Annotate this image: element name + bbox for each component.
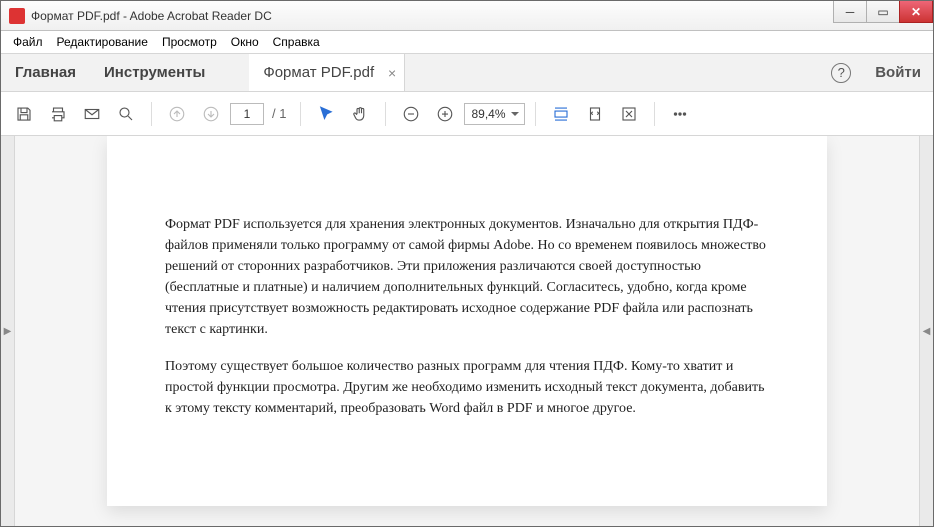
- page-number-input[interactable]: [230, 103, 264, 125]
- hand-tool-icon[interactable]: [345, 99, 375, 129]
- app-icon: [9, 8, 25, 24]
- tab-tools[interactable]: Инструменты: [90, 54, 219, 91]
- save-icon[interactable]: [9, 99, 39, 129]
- more-tools-icon[interactable]: [665, 99, 695, 129]
- fullscreen-icon[interactable]: [614, 99, 644, 129]
- page-total-label: / 1: [268, 106, 290, 121]
- paragraph-2: Поэтому существует большое количество ра…: [165, 356, 769, 419]
- zoom-value: 89,4%: [471, 107, 505, 121]
- right-panel-toggle[interactable]: ◀: [919, 136, 933, 526]
- email-icon[interactable]: [77, 99, 107, 129]
- maximize-button[interactable]: ▭: [866, 1, 900, 23]
- paragraph-1: Формат PDF используется для хранения эле…: [165, 214, 769, 340]
- menu-help[interactable]: Справка: [267, 33, 326, 51]
- help-icon: ?: [831, 63, 851, 83]
- login-button[interactable]: Войти: [863, 54, 933, 91]
- menu-window[interactable]: Окно: [225, 33, 265, 51]
- tab-home[interactable]: Главная: [1, 54, 90, 91]
- close-button[interactable]: ✕: [899, 1, 933, 23]
- help-button[interactable]: ?: [819, 54, 863, 91]
- minimize-button[interactable]: ─: [833, 1, 867, 23]
- menu-view[interactable]: Просмотр: [156, 33, 223, 51]
- tab-file-label: Формат PDF.pdf: [263, 64, 374, 81]
- tab-close-icon[interactable]: ×: [388, 65, 396, 81]
- fit-width-icon[interactable]: [546, 99, 576, 129]
- document-viewport[interactable]: Формат PDF используется для хранения эле…: [15, 136, 919, 526]
- left-panel-toggle[interactable]: ▶: [1, 136, 15, 526]
- menu-edit[interactable]: Редактирование: [51, 33, 154, 51]
- tab-current-file[interactable]: Формат PDF.pdf ×: [249, 54, 405, 91]
- print-icon[interactable]: [43, 99, 73, 129]
- zoom-in-icon[interactable]: [430, 99, 460, 129]
- menu-file[interactable]: Файл: [7, 33, 49, 51]
- prev-page-icon[interactable]: [162, 99, 192, 129]
- search-icon[interactable]: [111, 99, 141, 129]
- zoom-out-icon[interactable]: [396, 99, 426, 129]
- fit-page-icon[interactable]: [580, 99, 610, 129]
- select-tool-icon[interactable]: [311, 99, 341, 129]
- zoom-select[interactable]: 89,4%: [464, 103, 524, 125]
- window-title: Формат PDF.pdf - Adobe Acrobat Reader DC: [31, 9, 834, 23]
- document-page: Формат PDF используется для хранения эле…: [107, 136, 827, 506]
- next-page-icon[interactable]: [196, 99, 226, 129]
